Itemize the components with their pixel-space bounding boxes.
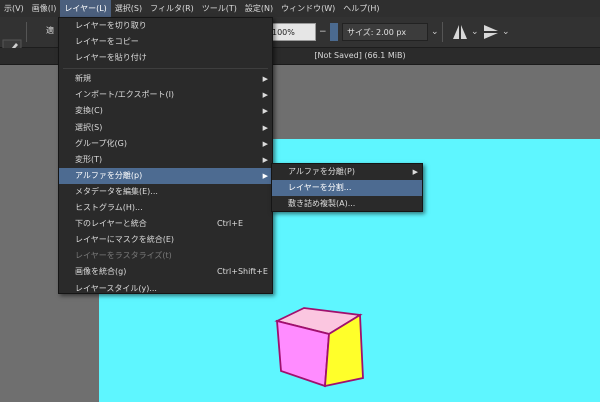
shortcut-label: Ctrl+Shift+E (217, 267, 268, 277)
mirror-vertical-icon[interactable] (481, 22, 501, 42)
chevron-right-icon: ▶ (262, 75, 268, 84)
menu-filter[interactable]: フィルタ(R) (146, 0, 198, 17)
chevron-right-icon: ▶ (262, 155, 268, 164)
minus-icon[interactable]: − (319, 27, 327, 37)
menu-item-new[interactable]: 新規 ▶ (59, 71, 272, 87)
chevron-right-icon: ▶ (262, 91, 268, 100)
shortcut-label: Ctrl+E (217, 219, 243, 229)
menu-separator (63, 68, 268, 70)
menu-item-edit-metadata[interactable]: メタデータを編集(E)... (59, 184, 272, 200)
menu-item-split-alpha[interactable]: アルファを分離(p) ▶ (59, 167, 272, 184)
menu-settings[interactable]: 設定(N) (241, 0, 277, 17)
chevron-right-icon: ▶ (262, 139, 268, 148)
menu-item-import-export[interactable]: インポート/エクスポート(I) ▶ (59, 87, 272, 103)
toolbar-divider (442, 22, 443, 42)
menu-bar: 示(V) 画像(I) レイヤー(L) 選択(S) フィルタ(R) ツール(T) … (0, 0, 600, 18)
brush-size-field[interactable]: サイズ: 2.00 px (342, 23, 428, 41)
menu-item-flatten-image[interactable]: 画像を統合(g) Ctrl+Shift+E (59, 264, 272, 280)
chevron-down-icon[interactable]: ⌄ (471, 27, 479, 37)
menu-item-convert[interactable]: 変換(C) ▶ (59, 103, 272, 119)
blend-mode-partial-label: 適 (46, 26, 54, 35)
menu-layer[interactable]: レイヤー(L) (60, 0, 111, 17)
size-slider-indicator[interactable] (330, 23, 338, 41)
menu-item-histogram[interactable]: ヒストグラム(H)... (59, 200, 272, 216)
menu-view[interactable]: 示(V) (0, 0, 28, 17)
chevron-down-icon[interactable]: ⌄ (502, 27, 510, 37)
menu-window[interactable]: ウィンドウ(W) (277, 0, 339, 17)
split-alpha-submenu: アルファを分離(P) ▶ レイヤーを分割... 敷き詰め複製(A)... (271, 163, 423, 212)
menu-item-transform[interactable]: 変形(T) ▶ (59, 152, 272, 168)
menu-help[interactable]: ヘルプ(H) (339, 0, 383, 17)
menu-item-copy-layer[interactable]: レイヤーをコピー (59, 34, 272, 50)
document-title: [Not Saved] (66.1 MiB) (314, 51, 406, 60)
menu-item-rasterize-layer: レイヤーをラスタライズ(t) (75, 251, 172, 261)
menu-item-cut-layer[interactable]: レイヤーを切り取り (59, 18, 272, 34)
menu-item-merge-down[interactable]: 下のレイヤーと統合 Ctrl+E (59, 216, 272, 232)
menu-item-layer-style[interactable]: レイヤースタイル(y)... (59, 281, 272, 297)
submenu-item-split-layer[interactable]: レイヤーを分割... (272, 180, 422, 197)
mirror-horizontal-icon[interactable] (450, 22, 470, 42)
menu-item-merge-mask[interactable]: レイヤーにマスクを統合(E) (59, 232, 272, 248)
chevron-right-icon: ▶ (412, 168, 418, 176)
menu-item-select[interactable]: 選択(S) ▶ (59, 120, 272, 136)
menu-tools[interactable]: ツール(T) (198, 0, 241, 17)
menu-item-group[interactable]: グループ化(G) ▶ (59, 136, 272, 152)
menu-select[interactable]: 選択(S) (111, 0, 146, 17)
chevron-down-icon[interactable]: ⌄ (431, 27, 439, 37)
submenu-item-tile-duplicate[interactable]: 敷き詰め複製(A)... (272, 196, 422, 212)
layer-menu: レイヤーを切り取り レイヤーをコピー レイヤーを貼り付け 新規 ▶ インポート/エ… (58, 17, 273, 294)
chevron-right-icon: ▶ (262, 123, 268, 132)
menu-item-paste-layer[interactable]: レイヤーを貼り付け (59, 50, 272, 66)
chevron-right-icon: ▶ (262, 171, 268, 180)
toolbar-divider (26, 22, 27, 42)
menu-image[interactable]: 画像(I) (28, 0, 61, 17)
submenu-item-split-alpha[interactable]: アルファを分離(P) ▶ (272, 164, 422, 180)
opacity-zoom-field[interactable]: 100% (266, 23, 316, 41)
chevron-right-icon: ▶ (262, 107, 268, 116)
